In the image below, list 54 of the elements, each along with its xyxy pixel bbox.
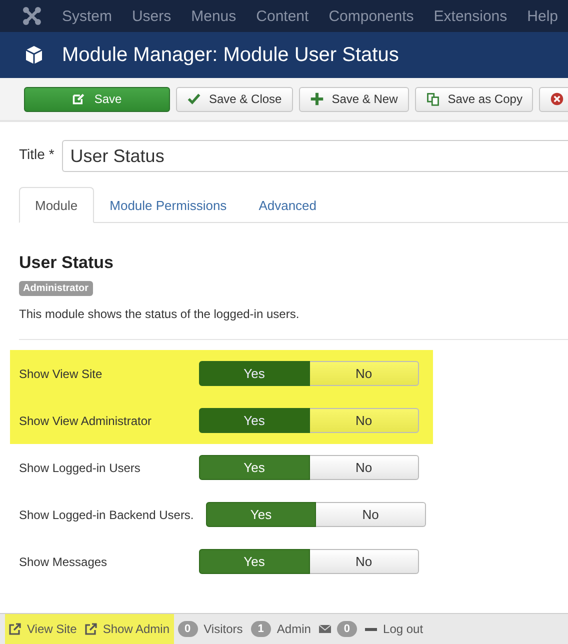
- tab[interactable]: Advanced: [242, 187, 333, 223]
- toggle-option[interactable]: No: [310, 408, 419, 433]
- toolbar-button[interactable]: Save: [24, 86, 170, 112]
- close-icon: [550, 92, 564, 106]
- toggle-option[interactable]: Yes: [206, 502, 316, 527]
- status-label: Admin: [276, 622, 311, 636]
- menu-item[interactable]: Help: [517, 8, 568, 24]
- toolbar-button[interactable]: Save & Close: [176, 86, 293, 112]
- client-badge: Administrator: [19, 281, 93, 296]
- toolbar-button[interactable]: Save as Copy: [414, 86, 534, 112]
- field-label: Title *: [19, 146, 54, 162]
- close-button[interactable]: [539, 86, 568, 112]
- module-description: This module shows the status of the logged-in users.: [19, 307, 300, 321]
- option-label: Show Logged-in Users: [19, 460, 142, 474]
- title-input[interactable]: User Status: [62, 140, 568, 172]
- menu-item[interactable]: Components: [318, 8, 424, 24]
- count-badge: 1: [250, 621, 271, 637]
- status-link[interactable]: Show Admin: [80, 614, 174, 644]
- menu-item[interactable]: System: [52, 8, 122, 24]
- module-heading: User Status: [19, 253, 114, 273]
- toolbar-button[interactable]: Save & New: [298, 86, 409, 112]
- toggle-option[interactable]: No: [316, 502, 426, 527]
- logout-link[interactable]: Log out: [361, 614, 428, 644]
- menu-item[interactable]: Users: [122, 8, 182, 24]
- option-label: Show View Administrator: [19, 414, 153, 428]
- count-badge: 0: [178, 621, 198, 637]
- toggle-option[interactable]: No: [310, 549, 419, 574]
- tab[interactable]: Module: [19, 187, 94, 223]
- option-label: Show View Site: [19, 366, 104, 380]
- external-link-icon: [9, 623, 21, 635]
- plus-icon: [310, 92, 324, 106]
- menu-item[interactable]: Extensions: [424, 8, 518, 24]
- logo-icon: [22, 6, 42, 26]
- toggle-option[interactable]: No: [310, 455, 419, 480]
- checkmark-icon: [187, 92, 201, 106]
- status-link[interactable]: View Site: [5, 614, 81, 644]
- edit-icon: [72, 92, 86, 106]
- menu-item[interactable]: Content: [246, 8, 319, 24]
- option-label: Show Messages: [19, 554, 108, 568]
- toggle-option[interactable]: No: [310, 361, 419, 386]
- toggle-option[interactable]: Yes: [199, 361, 310, 386]
- envelope-icon: [318, 623, 331, 635]
- page-title: Module Manager: Module User Status: [62, 44, 399, 66]
- cube-icon: [24, 45, 44, 65]
- menu-item[interactable]: Menus: [181, 8, 246, 24]
- status-label: Visitors: [204, 622, 243, 636]
- toggle-option[interactable]: Yes: [199, 455, 310, 480]
- option-label: Show Logged-in Backend Users.: [19, 508, 194, 522]
- copy-icon: [426, 92, 440, 106]
- tab[interactable]: Module Permissions: [94, 187, 243, 223]
- external-link-icon: [84, 623, 97, 635]
- toggle-option[interactable]: Yes: [199, 408, 310, 433]
- toggle-option[interactable]: Yes: [199, 549, 310, 574]
- count-badge: 0: [336, 621, 358, 637]
